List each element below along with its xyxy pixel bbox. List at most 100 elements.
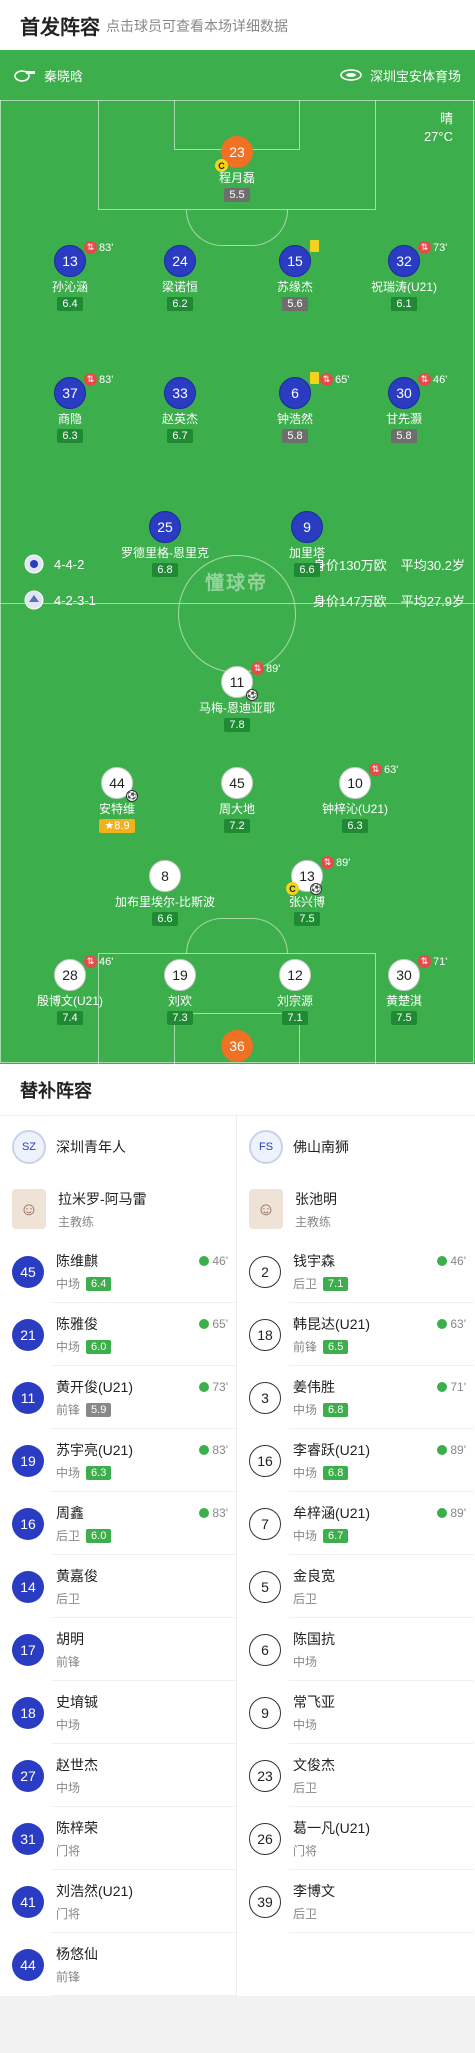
substitute-name: 陈维麒 xyxy=(56,1253,98,1269)
substitute-row[interactable]: 16 周鑫 后卫 6.0 83' xyxy=(0,1492,236,1555)
substitute-row[interactable]: 21 陈雅俊 中场 6.0 65' xyxy=(0,1303,236,1366)
substitute-row[interactable]: 11 黄开俊(U21) 前锋 5.9 73' xyxy=(0,1366,236,1429)
sub-in-icon xyxy=(437,1256,448,1266)
substitute-row[interactable]: 5 金良宽 后卫 xyxy=(237,1555,474,1618)
away-player-3[interactable]: 10 ⇅ 63' 钟梓沁(U21) 6.3 xyxy=(280,763,430,833)
substitute-row[interactable]: 18 史堉铖 中场 xyxy=(0,1681,236,1744)
substitute-row[interactable]: 6 陈国抗 中场 xyxy=(237,1618,474,1681)
substitute-row[interactable]: 19 苏宇亮(U21) 中场 6.3 83' xyxy=(0,1429,236,1492)
substitute-row[interactable]: 16 李睿跃(U21) 中场 6.8 89' xyxy=(237,1429,474,1492)
sub-minute: 89' xyxy=(266,662,281,675)
jersey-number: 28 ⇅ 46' xyxy=(54,955,113,991)
substitute-position: 中场 xyxy=(293,1403,318,1417)
player-rating: 5.6 xyxy=(282,297,308,311)
sub-out-icon: ⇅ xyxy=(418,373,431,386)
player-rating: 6.6 xyxy=(294,563,320,577)
sub-in-icon xyxy=(437,1508,448,1518)
sub-minute: 89' xyxy=(336,856,351,869)
rating-value: 6.3 xyxy=(347,820,363,832)
substitute-row[interactable]: 27 赵世杰 中场 xyxy=(0,1744,236,1807)
substitute-row[interactable]: 26 葛一凡(U21) 门将 xyxy=(237,1807,474,1870)
sub-in-minute: 89' xyxy=(437,1443,466,1457)
away-player-5[interactable]: 13 ⇅ 89' C ⚽ 张兴博 7.5 xyxy=(232,856,382,926)
home-coach[interactable]: ☺ 拉米罗-阿马雷 主教练 xyxy=(0,1178,236,1240)
substitute-row[interactable]: 9 常飞亚 中场 xyxy=(237,1681,474,1744)
substitute-row[interactable]: 39 李博文 后卫 xyxy=(237,1870,474,1933)
goal-ball-icon: ⚽ xyxy=(310,883,322,895)
substitute-position: 中场 xyxy=(293,1655,318,1669)
substitute-row[interactable]: 17 胡明 前锋 xyxy=(0,1618,236,1681)
substitute-row[interactable]: 45 陈维麒 中场 6.4 46' xyxy=(0,1240,236,1303)
yellow-card-icon xyxy=(310,372,319,384)
weather-info: 晴 27°C xyxy=(424,110,453,146)
player-name: 殷博文(U21) xyxy=(36,994,103,1008)
home-player-0[interactable]: 23 C 程月磊 5.5 xyxy=(162,136,312,202)
rating-value: 7.4 xyxy=(62,1012,78,1024)
sub-in-minute: 63' xyxy=(437,1317,466,1331)
sub-in-minute-text: 63' xyxy=(450,1317,466,1331)
substitute-number: 21 xyxy=(12,1318,44,1351)
substitute-name: 陈国抗 xyxy=(293,1631,335,1647)
sub-in-icon xyxy=(199,1508,210,1518)
home-player-8[interactable]: 30 ⇅ 46' 甘先灏 5.8 xyxy=(329,373,475,443)
substitute-row[interactable]: 14 黄嘉俊 后卫 xyxy=(0,1555,236,1618)
substitute-number: 41 xyxy=(12,1885,44,1918)
player-name: 钟梓沁(U21) xyxy=(321,802,388,816)
substitute-position: 中场 xyxy=(56,1340,81,1354)
sub-in-minute-text: 83' xyxy=(212,1506,228,1520)
jersey-number: 11 ⇅ 89' ⚽ xyxy=(221,662,280,701)
substitute-number: 26 xyxy=(249,1822,281,1855)
substitute-number: 11 xyxy=(12,1381,44,1414)
jersey-number: 30 ⇅ 71' xyxy=(388,955,447,991)
sub-in-minute: 89' xyxy=(437,1506,466,1520)
jersey-number: 23 C xyxy=(215,136,253,172)
player-rating: 5.8 xyxy=(282,429,308,443)
away-coach[interactable]: ☺ 张池明 主教练 xyxy=(237,1178,474,1240)
away-player-0[interactable]: 11 ⇅ 89' ⚽ 马梅-恩迪亚耶 7.8 xyxy=(162,662,312,732)
substitute-row[interactable]: 31 陈梓荣 门将 xyxy=(0,1807,236,1870)
player-name: 赵英杰 xyxy=(161,412,198,426)
home-player-9[interactable]: 25 罗德里格-恩里克 6.8 xyxy=(90,511,240,577)
substitute-rating: 6.4 xyxy=(86,1276,112,1291)
sub-out-icon: ⇅ xyxy=(418,241,431,254)
substitution-badge: ⇅ 63' xyxy=(369,763,398,776)
substitute-row[interactable]: 3 姜伟胜 中场 6.8 71' xyxy=(237,1366,474,1429)
jersey-number: 36 xyxy=(221,1030,253,1062)
player-name: 苏缘杰 xyxy=(276,280,313,294)
substitute-rating: 5.9 xyxy=(86,1402,112,1417)
jersey-number: 13 ⇅ 83' xyxy=(54,241,113,277)
away-player-9[interactable]: 30 ⇅ 71' 黄楚淇 7.5 xyxy=(329,955,475,1025)
sub-out-icon: ⇅ xyxy=(251,662,264,675)
sub-minute: 73' xyxy=(433,241,448,254)
player-name: 刘宗源 xyxy=(276,994,313,1008)
rating-value: 7.2 xyxy=(229,820,245,832)
substitute-row[interactable]: 44 杨悠仙 前锋 xyxy=(0,1933,236,1996)
substitute-row[interactable]: 7 牟梓涵(U21) 中场 6.7 89' xyxy=(237,1492,474,1555)
sub-out-icon: ⇅ xyxy=(418,955,431,968)
home-player-4[interactable]: 32 ⇅ 73' 祝瑞涛(U21) 6.1 xyxy=(329,241,475,311)
away-player-10[interactable]: 36石笑天7.9 xyxy=(162,1030,312,1064)
substitute-name: 常飞亚 xyxy=(293,1694,335,1710)
sub-minute: 71' xyxy=(433,955,448,968)
rating-value: 7.8 xyxy=(229,719,245,731)
rating-value: 5.8 xyxy=(396,430,412,442)
home-formation: 4-4-2 xyxy=(54,556,85,572)
away-player-4[interactable]: 8 加布里埃尔-比斯波 6.6 xyxy=(90,860,240,926)
substitute-row[interactable]: 23 文俊杰 后卫 xyxy=(237,1744,474,1807)
jersey-number: 30 ⇅ 46' xyxy=(388,373,447,409)
jersey-number: 44 ⚽ xyxy=(101,767,138,802)
home-team-header[interactable]: SZ 深圳青年人 xyxy=(0,1116,236,1178)
substitute-row[interactable]: 2 钱宇森 后卫 7.1 46' xyxy=(237,1240,474,1303)
player-rating: 7.3 xyxy=(167,1011,193,1025)
jersey-number: 37 ⇅ 83' xyxy=(54,373,113,409)
home-player-10[interactable]: 9 加里塔 6.6 xyxy=(232,511,382,577)
substitute-position: 前锋 xyxy=(56,1655,81,1669)
rating-value: 7.5 xyxy=(396,1012,412,1024)
substitute-name: 刘浩然(U21) xyxy=(56,1883,134,1899)
away-team-header[interactable]: FS 佛山南狮 xyxy=(237,1116,474,1178)
home-average-age: 平均30.2岁 xyxy=(400,557,465,573)
lineup-subtitle: 点击球员可查看本场详细数据 xyxy=(106,18,288,34)
substitute-row[interactable]: 41 刘浩然(U21) 门将 xyxy=(0,1870,236,1933)
substitute-row[interactable]: 18 韩昆达(U21) 前锋 6.5 63' xyxy=(237,1303,474,1366)
sub-in-minute-text: 73' xyxy=(212,1380,228,1394)
